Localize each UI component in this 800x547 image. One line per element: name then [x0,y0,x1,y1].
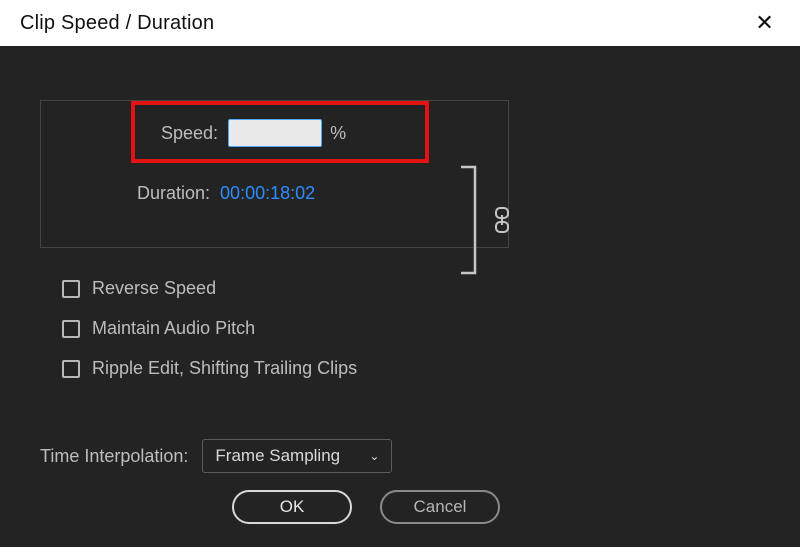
time-interpolation-label: Time Interpolation: [40,446,188,467]
speed-input[interactable] [228,119,322,147]
maintain-audio-pitch-label: Maintain Audio Pitch [92,318,255,339]
window-title: Clip Speed / Duration [20,12,214,35]
options-checklist: Reverse Speed Maintain Audio Pitch Rippl… [62,278,357,379]
duration-label: Duration: [137,183,210,204]
checkbox-box [62,280,80,298]
speed-unit: % [330,123,346,144]
ripple-edit-label: Ripple Edit, Shifting Trailing Clips [92,358,357,379]
maintain-audio-pitch-checkbox[interactable]: Maintain Audio Pitch [62,318,357,339]
link-bracket [461,167,485,272]
cancel-button[interactable]: Cancel [380,490,500,524]
speed-label: Speed: [161,123,218,144]
duration-row: Duration: 00:00:18:02 [137,183,315,204]
ok-button[interactable]: OK [232,490,352,524]
duration-value[interactable]: 00:00:18:02 [220,183,315,204]
link-icon[interactable] [495,207,509,238]
title-bar: Clip Speed / Duration ✕ [0,0,800,46]
reverse-speed-checkbox[interactable]: Reverse Speed [62,278,357,299]
dialog-body: Speed: % Duration: 00:00:18:02 Reverse S… [0,46,800,547]
time-interpolation-select[interactable]: Frame Sampling ⌄ [202,439,392,473]
close-icon[interactable]: ✕ [747,8,782,38]
speed-duration-group: Speed: % Duration: 00:00:18:02 [40,100,509,248]
time-interpolation-row: Time Interpolation: Frame Sampling ⌄ [40,439,392,473]
speed-row: Speed: % [161,119,346,147]
dialog-buttons: OK Cancel [232,490,500,524]
checkbox-box [62,320,80,338]
reverse-speed-label: Reverse Speed [92,278,216,299]
checkbox-box [62,360,80,378]
ripple-edit-checkbox[interactable]: Ripple Edit, Shifting Trailing Clips [62,358,357,379]
chevron-down-icon: ⌄ [369,449,379,463]
time-interpolation-selected: Frame Sampling [215,446,340,466]
